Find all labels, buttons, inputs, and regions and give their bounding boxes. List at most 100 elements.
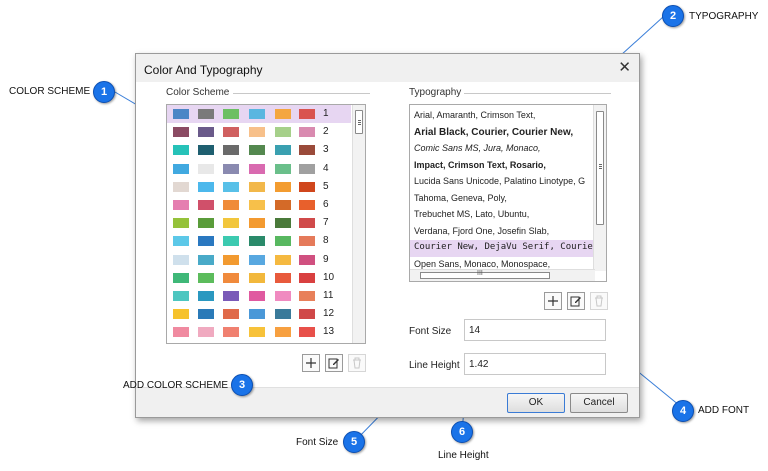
color-swatch xyxy=(223,291,239,301)
delete-font-button[interactable] xyxy=(590,292,608,310)
color-swatch xyxy=(173,272,189,283)
typography-row[interactable]: Tahoma, Geneva, Poly, xyxy=(410,191,595,208)
color-swatch xyxy=(275,127,291,138)
typography-row[interactable]: Lucida Sans Unicode, Palatino Linotype, … xyxy=(410,174,595,191)
color-swatch xyxy=(198,327,214,338)
color-swatch xyxy=(299,254,315,265)
typography-rule xyxy=(464,93,611,94)
typography-vscrollbar[interactable] xyxy=(593,105,606,271)
color-list-scrollbar[interactable] xyxy=(352,105,365,343)
color-swatch xyxy=(173,254,189,265)
ok-button[interactable]: OK xyxy=(507,393,565,413)
close-icon[interactable]: ✕ xyxy=(618,58,631,76)
callout-badge-6: 6 xyxy=(451,421,473,443)
callout-label-typography: TYPOGRAPHY xyxy=(689,11,759,22)
color-swatch xyxy=(249,109,265,119)
color-swatch xyxy=(275,163,291,174)
color-scheme-row[interactable]: 6 xyxy=(167,196,351,214)
color-swatch xyxy=(223,109,239,119)
color-swatch xyxy=(223,254,239,265)
color-swatch xyxy=(275,145,291,156)
color-swatch xyxy=(198,181,214,192)
color-scheme-row[interactable]: 2 xyxy=(167,123,351,141)
scroll-thumb[interactable] xyxy=(355,110,363,134)
color-swatch xyxy=(173,291,189,301)
callout-badge-5: 5 xyxy=(343,431,365,453)
color-swatch xyxy=(173,145,189,156)
color-swatch xyxy=(299,145,315,156)
add-color-scheme-button[interactable] xyxy=(302,354,320,372)
hscroll-thumb[interactable]: III xyxy=(420,270,550,279)
typography-row[interactable]: Courier New, DejaVu Serif, Courier, xyxy=(410,240,595,257)
add-font-button[interactable] xyxy=(544,292,562,310)
dialog-body: Color Scheme Typography 1 2 3 4 5 6 7 8 9 10 11 12 1… xyxy=(136,82,639,417)
typography-hscrollbar[interactable]: III xyxy=(410,269,595,281)
color-swatch xyxy=(198,254,214,265)
color-swatch xyxy=(223,181,239,192)
color-scheme-row[interactable]: 5 xyxy=(167,178,351,196)
color-swatch xyxy=(173,109,189,119)
color-scheme-row[interactable]: 11 xyxy=(167,287,351,305)
color-swatch xyxy=(223,236,239,247)
color-swatch xyxy=(275,218,291,229)
line-height-field[interactable]: 1.42 xyxy=(464,353,606,375)
color-swatch xyxy=(249,309,265,320)
color-swatch xyxy=(275,200,291,210)
hscroll-grip: III xyxy=(477,270,483,277)
color-scheme-list[interactable]: 1 2 3 4 5 6 7 8 9 10 11 12 13 xyxy=(166,104,366,344)
color-swatch xyxy=(223,272,239,283)
color-scheme-row[interactable]: 1 xyxy=(167,105,351,124)
color-swatch xyxy=(249,254,265,265)
font-size-field[interactable]: 14 xyxy=(464,319,606,341)
callout-badge-4: 4 xyxy=(672,400,694,422)
color-scheme-row[interactable]: 13 xyxy=(167,323,351,341)
color-swatch xyxy=(249,218,265,229)
trash-icon xyxy=(353,357,361,369)
color-swatch xyxy=(198,163,214,174)
color-swatch xyxy=(275,309,291,320)
typography-row[interactable]: Arial Black, Courier, Courier New, xyxy=(410,125,595,142)
color-swatch xyxy=(198,218,214,229)
cancel-button[interactable]: Cancel xyxy=(570,393,628,413)
color-swatch xyxy=(249,327,265,338)
edit-font-button[interactable] xyxy=(567,292,585,310)
color-scheme-row[interactable]: 10 xyxy=(167,269,351,287)
typography-row[interactable]: Comic Sans MS, Jura, Monaco, xyxy=(410,141,595,158)
color-swatch xyxy=(299,272,315,283)
callout-badge-1: 1 xyxy=(93,81,115,103)
color-swatch xyxy=(198,291,214,301)
color-swatch xyxy=(198,272,214,283)
color-swatch xyxy=(223,163,239,174)
typography-row[interactable]: Verdana, Fjord One, Josefin Slab, xyxy=(410,224,595,241)
color-swatch xyxy=(275,109,291,119)
color-swatch xyxy=(249,127,265,138)
color-scheme-row[interactable]: 8 xyxy=(167,232,351,250)
typography-list[interactable]: Arial, Amaranth, Crimson Text, Arial Blac… xyxy=(409,104,607,282)
color-scheme-number: 6 xyxy=(323,199,329,210)
color-swatch xyxy=(275,272,291,283)
color-scheme-row[interactable]: 4 xyxy=(167,160,351,178)
color-scheme-number: 13 xyxy=(323,326,335,338)
scroll-thumb[interactable] xyxy=(596,111,604,225)
color-scheme-row[interactable]: 3 xyxy=(167,141,351,159)
color-scheme-number: 11 xyxy=(323,290,334,301)
color-swatch xyxy=(198,200,214,210)
color-swatch xyxy=(249,145,265,156)
color-scheme-number: 4 xyxy=(323,162,329,174)
typography-row[interactable]: Arial, Amaranth, Crimson Text, xyxy=(410,108,595,125)
color-scheme-row[interactable]: 7 xyxy=(167,214,351,232)
edit-color-scheme-button[interactable] xyxy=(325,354,343,372)
typography-row[interactable]: Trebuchet MS, Lato, Ubuntu, xyxy=(410,207,595,224)
color-scheme-row[interactable]: 12 xyxy=(167,305,351,323)
typography-row[interactable]: Impact, Crimson Text, Rosario, xyxy=(410,158,595,175)
color-swatch xyxy=(299,109,315,119)
color-swatch xyxy=(173,181,189,192)
color-swatch xyxy=(173,127,189,138)
delete-color-scheme-button[interactable] xyxy=(348,354,366,372)
color-scheme-row[interactable]: 9 xyxy=(167,251,351,269)
color-swatch xyxy=(198,127,214,138)
dialog-footer: OK Cancel xyxy=(136,387,639,417)
color-swatch xyxy=(275,254,291,265)
color-swatch xyxy=(173,163,189,174)
color-swatch xyxy=(275,327,291,338)
